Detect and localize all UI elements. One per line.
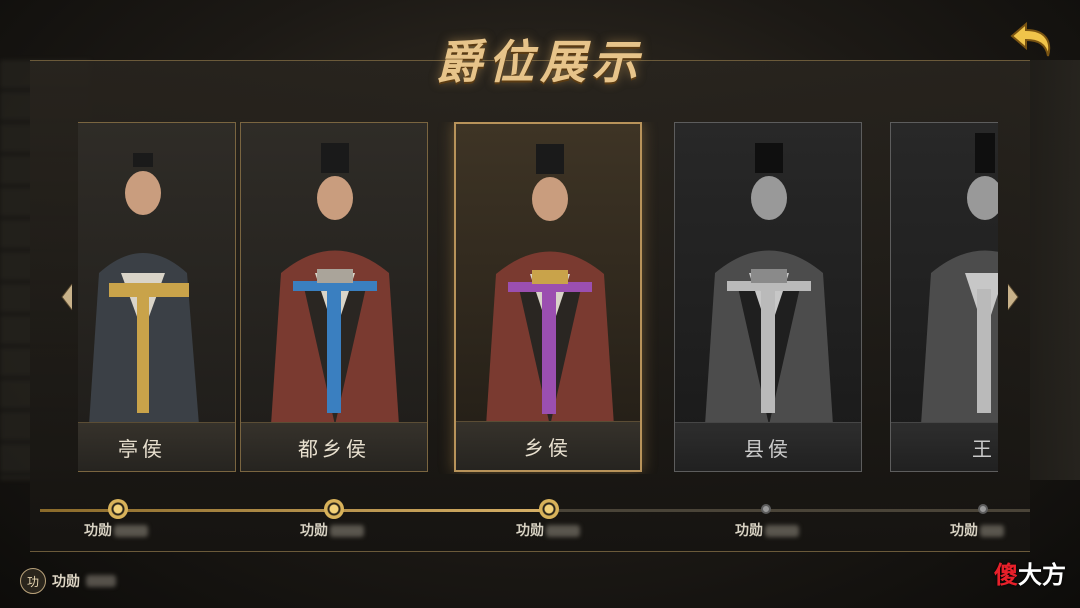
timeline-label: 功勋 — [950, 520, 1004, 540]
timeline-label: 功勋 — [516, 520, 580, 540]
chevron-left-icon[interactable] — [60, 282, 74, 312]
watermark: 傻大方 — [994, 561, 1066, 589]
merit-icon: 功 — [20, 568, 46, 594]
timeline-node-reached — [539, 499, 559, 519]
chevron-right-icon[interactable] — [1006, 282, 1020, 312]
merit-timeline — [40, 509, 1030, 512]
rank-label: 都乡侯 — [298, 436, 370, 461]
merit-total: 功 功勋 — [20, 568, 116, 594]
timeline-node-reached — [108, 499, 128, 519]
rank-label-bar: 乡侯 — [456, 421, 640, 470]
rank-label-bar: 王 — [891, 422, 998, 471]
rank-card-selected[interactable]: 乡侯 — [454, 122, 642, 472]
timeline-node — [978, 504, 988, 514]
timeline-node — [761, 504, 771, 514]
rank-label: 亭侯 — [118, 436, 166, 461]
rank-card-locked[interactable]: 县侯 — [674, 122, 862, 472]
rank-label-bar: 都乡侯 — [241, 422, 427, 471]
timeline-label: 功勋 — [300, 520, 364, 540]
rank-card-carousel: 亭侯 都乡侯 乡侯 县侯 王 — [78, 122, 998, 474]
rank-card[interactable]: 都乡侯 — [240, 122, 428, 472]
rank-card-locked[interactable]: 王 — [890, 122, 998, 472]
official-figure — [705, 143, 833, 425]
official-figure — [89, 153, 199, 425]
rank-label-bar: 县侯 — [675, 422, 861, 471]
timeline-label: 功勋 — [84, 520, 148, 540]
rank-label: 乡侯 — [524, 435, 572, 460]
official-figure — [271, 143, 399, 425]
rank-card[interactable]: 亭侯 — [78, 122, 236, 472]
merit-label: 功勋 — [52, 574, 80, 590]
official-figure — [486, 144, 614, 426]
page-title: 爵位展示 — [436, 35, 644, 89]
timeline-label: 功勋 — [735, 520, 799, 540]
back-arrow-icon[interactable] — [1006, 14, 1058, 66]
rank-label: 王 — [972, 436, 996, 461]
rank-label-bar: 亭侯 — [78, 422, 235, 471]
official-figure — [921, 133, 998, 425]
rank-label: 县侯 — [744, 436, 792, 461]
timeline-node-reached — [324, 499, 344, 519]
merit-value-hidden — [86, 575, 116, 587]
title-area: 爵位展示 — [0, 26, 1080, 92]
